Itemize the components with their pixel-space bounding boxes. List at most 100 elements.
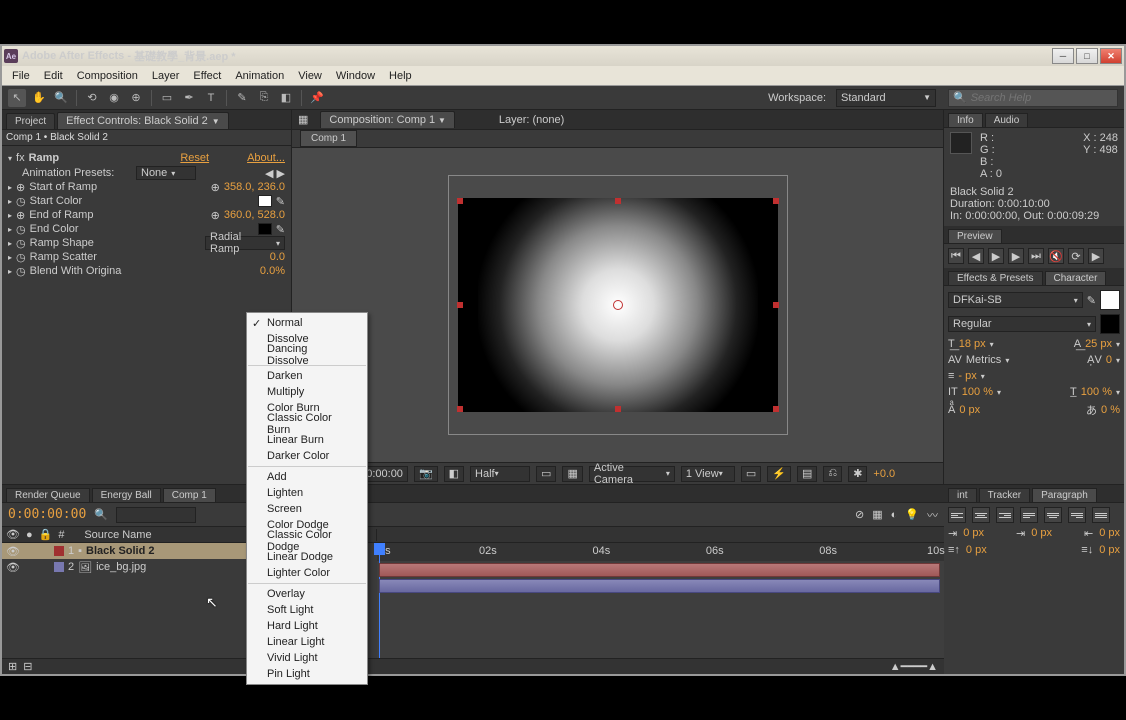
comp-subtab[interactable]: Comp 1 (300, 130, 357, 147)
graph-editor-icon[interactable]: 〰 (927, 507, 938, 523)
brainstorm-icon[interactable]: 💡 (905, 508, 919, 521)
blend-mode-item[interactable]: Multiply (247, 384, 367, 400)
nav-arrows[interactable]: ◀ ▶ (265, 167, 285, 180)
motion-blur-icon[interactable]: ◐ (891, 509, 898, 521)
transparency-grid-button[interactable]: ▦ (562, 466, 582, 482)
tab-effect-controls[interactable]: Effect Controls: Black Solid 2▼ (57, 112, 229, 129)
clone-tool-icon[interactable]: ⎘ (255, 89, 273, 107)
tab-paragraph[interactable]: Paragraph (1032, 488, 1097, 502)
search-icon[interactable]: 🔍 (94, 508, 108, 521)
brush-tool-icon[interactable]: ✎ (233, 89, 251, 107)
crosshair-icon[interactable]: ⊕ (16, 209, 25, 222)
transform-handle[interactable] (457, 198, 463, 204)
stroke-color-swatch[interactable] (1100, 314, 1120, 334)
reset-link[interactable]: Reset (180, 152, 209, 164)
crosshair-icon[interactable]: ⊕ (16, 181, 25, 194)
transform-handle[interactable] (615, 406, 621, 412)
font-family-dropdown[interactable]: DFKai-SB▾ (948, 292, 1083, 308)
ramp-shape-dropdown[interactable]: Radial Ramp▾ (205, 236, 285, 250)
tab-project[interactable]: Project (6, 113, 55, 129)
presets-dropdown[interactable]: None▾ (136, 166, 196, 180)
align-left-button[interactable] (948, 507, 966, 523)
blend-mode-item[interactable]: Lighten (247, 485, 367, 501)
menu-animation[interactable]: Animation (235, 70, 284, 82)
menu-help[interactable]: Help (389, 70, 412, 82)
transform-handle[interactable] (615, 198, 621, 204)
disclosure-icon[interactable]: ▾ (8, 154, 12, 163)
blend-mode-item[interactable]: Lighter Color (247, 565, 367, 581)
pan-behind-tool-icon[interactable]: ⊕ (127, 89, 145, 107)
eraser-tool-icon[interactable]: ◧ (277, 89, 295, 107)
blend-mode-item[interactable]: Soft Light (247, 602, 367, 618)
zoom-tool-icon[interactable]: 🔍 (52, 89, 70, 107)
composition-viewer[interactable] (292, 148, 943, 462)
stopwatch-icon[interactable]: ◷ (16, 223, 26, 236)
justify-right-button[interactable] (1068, 507, 1086, 523)
camera-tool-icon[interactable]: ◉ (105, 89, 123, 107)
flowchart-button[interactable]: ⎌ (823, 466, 842, 482)
search-input[interactable] (971, 92, 1113, 104)
tab-preview[interactable]: Preview (948, 229, 1002, 243)
timeline-button[interactable]: ▤ (797, 466, 817, 482)
stopwatch-icon[interactable]: ◷ (16, 237, 26, 250)
hand-tool-icon[interactable]: ✋ (30, 89, 48, 107)
timeline-tracks[interactable]: 0s 02s 04s 06s 08s 10s (377, 543, 944, 658)
blend-value[interactable]: 0.0% (260, 265, 285, 277)
exposure-button[interactable]: ✱ (848, 466, 867, 482)
resolution-dropdown[interactable]: Half ▾ (470, 466, 530, 482)
align-right-button[interactable] (996, 507, 1014, 523)
loop-button[interactable]: ⟳ (1068, 248, 1084, 264)
blend-mode-item[interactable]: Classic Color Dodge (247, 533, 367, 549)
blend-mode-item[interactable]: Vivid Light (247, 650, 367, 666)
layer-color-swatch[interactable] (54, 546, 64, 556)
mute-button[interactable]: 🔇 (1048, 248, 1064, 264)
zoom-slider[interactable]: ▲━━━━▲ (890, 660, 938, 673)
menu-layer[interactable]: Layer (152, 70, 180, 82)
point-picker-icon[interactable]: ⊕ (211, 181, 220, 194)
first-frame-button[interactable]: ⏮ (948, 248, 964, 264)
workspace-dropdown[interactable]: Standard▼ (836, 89, 936, 107)
blend-mode-item[interactable]: Darker Color (247, 448, 367, 464)
shy-icon[interactable]: ⊘ (855, 508, 864, 521)
blend-mode-item[interactable]: Pin Light (247, 666, 367, 682)
blend-mode-item[interactable]: Linear Light (247, 634, 367, 650)
blend-mode-item[interactable]: Screen (247, 501, 367, 517)
justify-all-button[interactable] (1092, 507, 1110, 523)
selection-tool-icon[interactable]: ↖ (8, 89, 26, 107)
menu-window[interactable]: Window (336, 70, 375, 82)
current-time[interactable]: 0:00:00:00 (8, 507, 86, 522)
menu-edit[interactable]: Edit (44, 70, 63, 82)
menu-composition[interactable]: Composition (77, 70, 138, 82)
transform-handle[interactable] (773, 198, 779, 204)
transform-handle[interactable] (457, 406, 463, 412)
fx-icon[interactable]: fx (16, 152, 25, 164)
menu-file[interactable]: File (12, 70, 30, 82)
tab-layer[interactable]: Layer: (none) (499, 114, 564, 126)
blend-mode-item[interactable]: Classic Color Burn (247, 416, 367, 432)
fill-color-swatch[interactable] (1100, 290, 1120, 310)
blend-mode-item[interactable]: Normal (247, 315, 367, 331)
stopwatch-icon[interactable]: ◷ (16, 195, 26, 208)
eye-icon[interactable]: 👁 (6, 545, 16, 558)
start-ramp-value[interactable]: 358.0, 236.0 (224, 181, 285, 193)
menu-view[interactable]: View (298, 70, 322, 82)
next-frame-button[interactable]: ▶ (1008, 248, 1024, 264)
blend-mode-item[interactable]: Add (247, 469, 367, 485)
transform-handle[interactable] (773, 302, 779, 308)
end-ramp-value[interactable]: 360.0, 528.0 (224, 209, 285, 221)
eyedropper-icon[interactable]: ✎ (1087, 294, 1096, 307)
blend-mode-item[interactable]: Hard Light (247, 618, 367, 634)
pen-tool-icon[interactable]: ✒ (180, 89, 198, 107)
tab-character[interactable]: Character (1045, 271, 1107, 285)
blend-mode-item[interactable]: Overlay (247, 586, 367, 602)
tab-tracker[interactable]: Tracker (979, 488, 1031, 502)
point-picker-icon[interactable]: ⊕ (211, 209, 220, 222)
type-tool-icon[interactable]: T (202, 89, 220, 107)
tab-composition[interactable]: Composition: Comp 1 ▼ (320, 111, 454, 128)
menu-effect[interactable]: Effect (193, 70, 221, 82)
tab-info[interactable]: Info (948, 113, 983, 127)
eye-icon[interactable]: 👁 (6, 561, 16, 574)
toggle-switches-icon[interactable]: ⊞ (8, 660, 17, 673)
views-dropdown[interactable]: 1 View ▾ (681, 466, 735, 482)
eyedropper-icon[interactable]: ✎ (276, 223, 285, 236)
